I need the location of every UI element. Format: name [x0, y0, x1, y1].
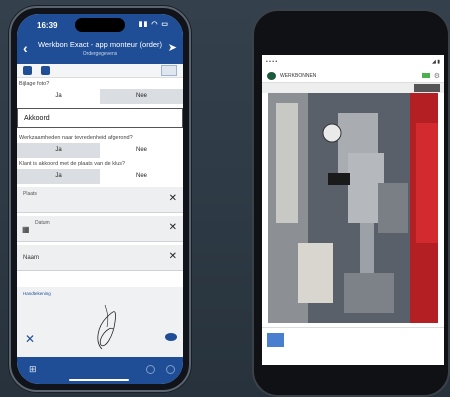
datum-field[interactable]: ▦ Datum ✕: [17, 216, 183, 242]
gear-icon[interactable]: ⚙: [434, 72, 440, 80]
android-app-bar: WERKBONNEN ⚙: [262, 69, 444, 83]
nav-circle-icon[interactable]: [166, 365, 175, 374]
no-option[interactable]: Nee: [100, 89, 183, 104]
bottom-nav: ⊞: [17, 357, 183, 384]
clear-signature-icon[interactable]: ✕: [25, 332, 35, 346]
status-bar: 16:39 ▮▮ ◠ ▭: [17, 14, 183, 36]
info-strip: [262, 83, 444, 93]
yes-option[interactable]: Ja: [17, 89, 100, 104]
calendar-icon[interactable]: ▦: [22, 225, 30, 234]
iphone-screen: 16:39 ▮▮ ◠ ▭ ‹ Werkbon Exact - app monte…: [17, 14, 183, 384]
machine-illustration: [268, 93, 438, 323]
question-label-satisfaction: Werkzaamheden naar tevredenheid afgerond…: [19, 135, 133, 141]
machine-photo: [268, 93, 438, 323]
action-button[interactable]: [414, 84, 440, 92]
segmented-satisfaction: Ja Nee: [17, 143, 183, 158]
page-title: Werkbon Exact - app monteur (order): [37, 40, 163, 49]
thumbnail[interactable]: [267, 333, 284, 347]
android-device: • • • • ◢ ▮ WERKBONNEN ⚙: [252, 9, 450, 397]
android-status-bar: • • • • ◢ ▮: [262, 55, 444, 69]
yes-option[interactable]: Ja: [17, 143, 100, 158]
send-icon[interactable]: ➤: [168, 41, 177, 54]
attachment-row: [17, 64, 183, 78]
clear-icon[interactable]: ✕: [169, 251, 177, 262]
android-screen: • • • • ◢ ▮ WERKBONNEN ⚙: [262, 55, 444, 365]
plaats-field[interactable]: Plaats ✕: [17, 187, 183, 213]
app-title: WERKBONNEN: [280, 73, 317, 79]
question-label-location: Klant is akkoord met de plaats van de kl…: [19, 161, 126, 167]
battery-indicator: [422, 73, 430, 78]
grid-icon[interactable]: ⊞: [29, 364, 37, 375]
signature-pad[interactable]: Handtekening ✕: [17, 287, 183, 357]
clear-icon[interactable]: ✕: [169, 193, 177, 204]
app-bar: ‹ Werkbon Exact - app monteur (order) Or…: [17, 36, 183, 64]
clear-icon[interactable]: ✕: [169, 222, 177, 233]
camera-icon[interactable]: [23, 66, 32, 75]
android-bottom-bar: [262, 327, 444, 365]
plaats-label: Plaats: [23, 191, 37, 197]
datum-label: Datum: [35, 220, 50, 226]
page-subtitle: Ordergegevens: [82, 51, 118, 57]
naam-label: Naam: [23, 255, 40, 261]
yes-option[interactable]: Ja: [17, 169, 100, 184]
home-indicator: [69, 379, 129, 381]
status-time: 16:39: [37, 21, 58, 30]
app-logo: [267, 72, 276, 80]
status-icons: ▮▮ ◠ ▭: [138, 21, 169, 28]
attachment-thumbnail[interactable]: [161, 65, 177, 76]
segmented-location: Ja Nee: [17, 169, 183, 184]
gallery-icon[interactable]: [41, 66, 50, 75]
dynamic-island: [75, 18, 125, 32]
naam-field[interactable]: Naam ✕: [17, 245, 183, 271]
signature-drawing: [97, 304, 116, 350]
no-option[interactable]: Nee: [100, 143, 183, 158]
no-option[interactable]: Nee: [100, 169, 183, 184]
iphone-device: 16:39 ▮▮ ◠ ▭ ‹ Werkbon Exact - app monte…: [9, 6, 191, 392]
segmented-photo: Ja Nee: [17, 89, 183, 104]
nav-circle-icon[interactable]: [146, 365, 155, 374]
akkoord-field[interactable]: Akkoord: [17, 108, 183, 128]
status-icons-left: • • • •: [266, 59, 278, 65]
question-label-photo: Bijlage foto?: [19, 81, 50, 87]
status-icons-right: ◢ ▮: [432, 59, 440, 65]
eye-icon[interactable]: [165, 333, 177, 341]
